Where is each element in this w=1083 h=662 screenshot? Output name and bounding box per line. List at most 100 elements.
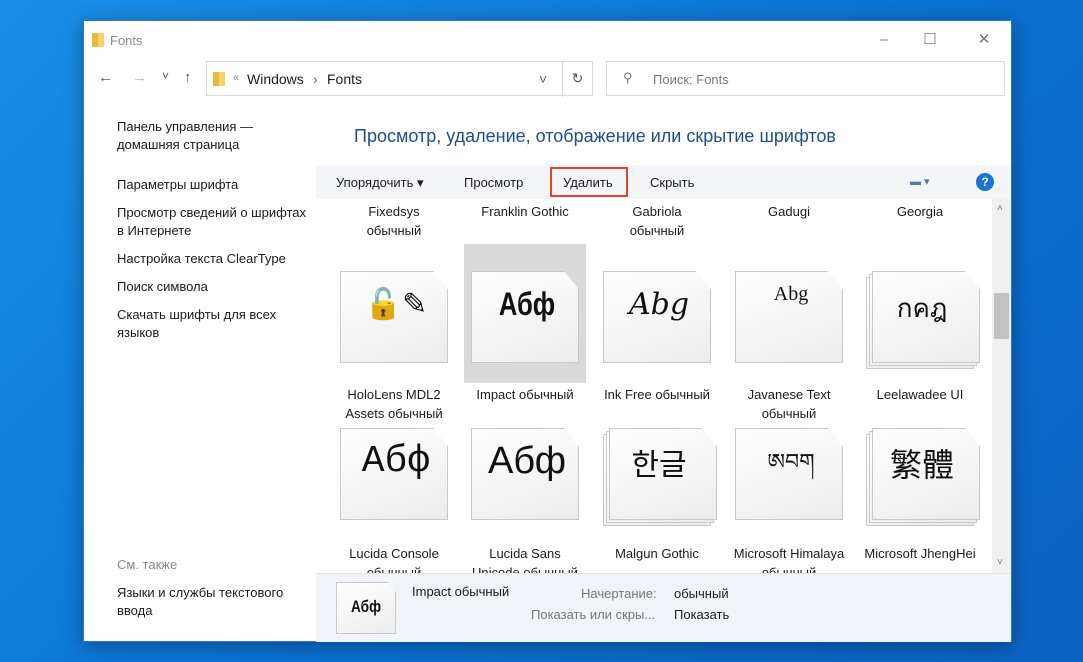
title-bar: Fonts – ☐ ✕ xyxy=(84,21,1011,59)
page-title: Просмотр, удаление, отображение или скры… xyxy=(354,126,836,146)
breadcrumb-windows[interactable]: Windows xyxy=(247,71,304,87)
font-sample: Abg xyxy=(773,283,809,305)
font-item-partial[interactable]: Georgia xyxy=(859,202,981,221)
refresh-button[interactable]: ↻ xyxy=(562,62,592,97)
font-item[interactable]: 繁體 Microsoft JhengHei xyxy=(859,428,981,573)
address-bar[interactable]: « Windows › Fonts ˅ ↻ xyxy=(206,61,593,97)
close-button[interactable]: ✕ xyxy=(964,27,1004,53)
font-item[interactable]: ཨབག Microsoft Himalaya обычный xyxy=(728,428,850,573)
font-label: Javanese Text обычный xyxy=(747,387,831,421)
font-file-icon: กคฎ xyxy=(866,271,980,369)
font-grid: ˄ ˅ Fixedsys обычный Franklin Gothic Gabrio… xyxy=(316,199,1011,573)
font-file-icon: Abg xyxy=(603,271,715,367)
font-label: Lucida Sans Unicode обычный xyxy=(472,546,578,573)
sidebar-cleartype[interactable]: Настройка текста ClearType xyxy=(117,250,307,268)
up-button[interactable]: ↑ xyxy=(184,69,192,86)
font-label: обычный xyxy=(629,223,685,238)
back-button[interactable]: ← xyxy=(98,69,113,86)
search-icon: ⚲ xyxy=(623,70,633,85)
delete-button[interactable]: Удалить xyxy=(563,175,613,190)
font-item[interactable]: Абф Impact обычный xyxy=(464,271,586,421)
font-label: Georgia xyxy=(896,204,944,219)
style-value: обычный xyxy=(674,586,729,601)
sidebar-control-panel-home[interactable]: Панель управления — домашняя страница xyxy=(117,118,307,154)
font-sample: Абф xyxy=(498,286,556,322)
style-label: Начертание: xyxy=(581,586,657,601)
font-item[interactable]: Abg Javanese Text обычный xyxy=(728,271,850,421)
window-title: Fonts xyxy=(110,33,143,48)
font-sample: 🔓✎ xyxy=(364,288,428,321)
show-hide-label: Показать или скры... xyxy=(531,607,656,622)
fonts-window: Fonts – ☐ ✕ ← → ˅ ↑ « Windows › Fonts ˅ … xyxy=(83,20,1012,642)
command-bar: Упорядочить ▾ Просмотр Удалить Скрыть ▬ … xyxy=(316,165,1011,199)
sidebar-text-input-languages[interactable]: Языки и службы текстового ввода xyxy=(117,584,307,620)
font-sample: ཨབག xyxy=(767,449,815,474)
font-label: Fixedsys xyxy=(368,204,420,219)
preview-sample: Абф xyxy=(351,597,381,616)
details-font-name: Impact обычный xyxy=(412,584,510,599)
scroll-down-icon[interactable]: ˅ xyxy=(997,557,1003,568)
vertical-scrollbar[interactable]: ˄ ˅ xyxy=(992,199,1011,573)
preview-button[interactable]: Просмотр xyxy=(464,175,523,190)
address-dropdown[interactable]: ˅ xyxy=(539,71,547,87)
font-label: Gabriola xyxy=(632,204,682,219)
breadcrumb-separator: › xyxy=(313,71,318,87)
font-file-icon: Абф xyxy=(340,428,452,524)
font-item[interactable]: Абф Lucida Sans Unicode обычный xyxy=(464,428,586,573)
view-options-icon[interactable]: ▬ ▾ xyxy=(910,175,930,188)
forward-button[interactable]: → xyxy=(132,69,147,86)
scrollbar-thumb[interactable] xyxy=(994,293,1009,339)
font-file-icon: 繁體 xyxy=(866,428,980,526)
font-label: Leelawadee UI xyxy=(876,387,964,402)
details-pane: Абф Impact обычный Начертание: обычный П… xyxy=(316,573,1011,642)
sidebar-font-info-online[interactable]: Просмотр сведений о шрифтах в Интернете xyxy=(117,204,307,240)
fonts-folder-icon xyxy=(213,72,225,86)
font-item[interactable]: 한글 Malgun Gothic xyxy=(596,428,718,573)
font-file-icon: Abg xyxy=(735,271,847,367)
font-label: Microsoft Himalaya обычный xyxy=(733,546,845,573)
page-shape xyxy=(735,428,843,520)
font-item-partial[interactable]: Gadugi xyxy=(728,202,850,221)
fonts-folder-icon xyxy=(92,33,104,47)
selected-font-preview-icon: Абф xyxy=(336,582,396,634)
font-file-icon: 🔓✎ xyxy=(340,271,452,367)
font-item[interactable]: กคฎ Leelawadee UI xyxy=(859,271,981,421)
font-item[interactable]: 🔓✎ HoloLens MDL2 Assets обычный xyxy=(333,271,455,421)
font-item[interactable]: Абф Lucida Console обычный xyxy=(333,428,455,573)
font-label: обычный xyxy=(366,223,422,238)
minimize-button[interactable]: – xyxy=(864,27,904,53)
hide-button[interactable]: Скрыть xyxy=(650,175,694,190)
sidebar-font-settings[interactable]: Параметры шрифта xyxy=(117,176,307,194)
see-also-label: См. также xyxy=(117,557,178,572)
font-sample: 繁體 xyxy=(889,447,954,483)
font-file-icon: ཨབག xyxy=(735,428,847,524)
font-sample: 한글 xyxy=(631,449,687,482)
font-sample: Абф xyxy=(361,440,431,483)
help-icon[interactable]: ? xyxy=(976,173,994,191)
sidebar-download-fonts[interactable]: Скачать шрифты для всех языков xyxy=(117,306,307,342)
font-item[interactable]: Abg Ink Free обычный xyxy=(596,271,718,421)
overflow-chevron[interactable]: « xyxy=(233,72,239,84)
maximize-button[interactable]: ☐ xyxy=(910,27,950,53)
scroll-up-icon[interactable]: ˄ xyxy=(997,203,1003,214)
font-item-partial[interactable]: Fixedsys обычный xyxy=(333,202,455,240)
font-item-partial[interactable]: Franklin Gothic xyxy=(464,202,586,221)
breadcrumb-fonts[interactable]: Fonts xyxy=(327,71,362,87)
font-label: Lucida Console обычный xyxy=(349,546,439,573)
sidebar-find-character[interactable]: Поиск символа xyxy=(117,278,307,296)
font-file-icon: Абф xyxy=(471,271,583,367)
recent-locations-button[interactable]: ˅ xyxy=(162,69,169,83)
font-file-icon: Абф xyxy=(471,428,583,524)
search-input[interactable]: ⚲ Поиск: Fonts xyxy=(606,61,1005,96)
font-sample: Abg xyxy=(628,287,690,322)
navigation-bar: ← → ˅ ↑ « Windows › Fonts ˅ ↻ ⚲ Поиск: F… xyxy=(84,61,1011,97)
font-label: Gadugi xyxy=(768,204,810,219)
font-file-icon: 한글 xyxy=(603,428,717,526)
font-label: Microsoft JhengHei xyxy=(864,546,976,561)
font-label: Ink Free обычный xyxy=(604,387,710,402)
font-label: Impact обычный xyxy=(476,387,574,402)
font-label: HoloLens MDL2 Assets обычный xyxy=(345,387,443,421)
font-sample: Абф xyxy=(488,440,566,482)
font-item-partial[interactable]: Gabriola обычный xyxy=(596,202,718,240)
organize-button[interactable]: Упорядочить ▾ xyxy=(336,175,424,191)
